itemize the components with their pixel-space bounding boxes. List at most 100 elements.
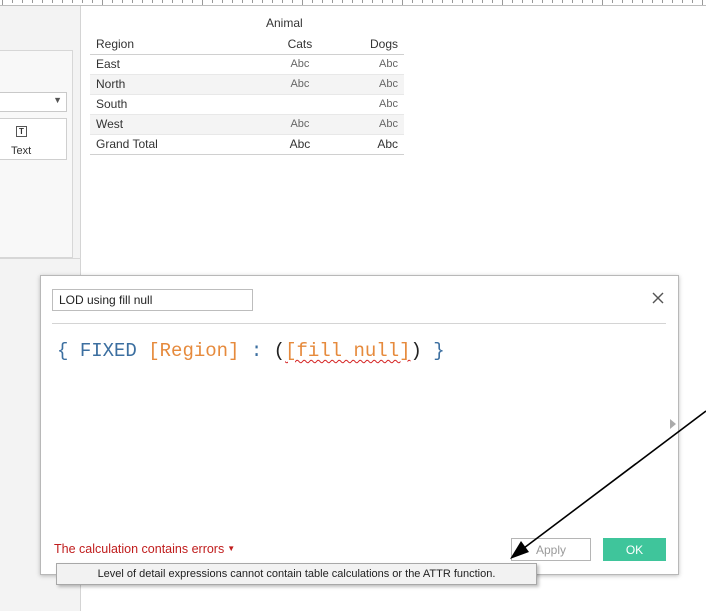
- ruler-tick: [562, 0, 563, 3]
- ruler-tick: [622, 0, 623, 3]
- ruler-tick: [452, 0, 453, 3]
- region-cell[interactable]: South: [90, 94, 204, 115]
- ruler-tick: [282, 0, 283, 3]
- ruler-tick: [552, 0, 553, 3]
- region-cell[interactable]: East: [90, 54, 204, 75]
- ruler-tick: [322, 0, 323, 3]
- ok-button[interactable]: OK: [603, 538, 666, 561]
- dogs-cell[interactable]: Abc: [342, 94, 404, 115]
- ruler-tick: [212, 0, 213, 3]
- table-row: East Abc Abc: [90, 54, 404, 75]
- ruler-tick: [392, 0, 393, 3]
- ruler-tick: [372, 0, 373, 3]
- ruler-tick: [492, 0, 493, 3]
- ruler-tick: [402, 0, 403, 5]
- ruler-tick: [182, 0, 183, 3]
- ruler-tick: [352, 0, 353, 3]
- ruler-tick: [232, 0, 233, 3]
- cats-cell[interactable]: Abc: [203, 74, 343, 95]
- ruler-tick: [522, 0, 523, 3]
- text-mark-button[interactable]: T Text: [0, 118, 67, 160]
- ruler-tick: [332, 0, 333, 3]
- ruler-tick: [422, 0, 423, 3]
- apply-button[interactable]: Apply: [511, 538, 591, 561]
- calculation-errors-dropdown[interactable]: The calculation contains errors ▼: [54, 542, 235, 556]
- ruler-tick: [92, 0, 93, 3]
- ruler-tick: [692, 0, 693, 3]
- ruler-tick: [32, 0, 33, 3]
- table-row: West Abc Abc: [90, 114, 404, 135]
- cats-total-cell[interactable]: Abc: [203, 133, 343, 155]
- table-row: South Abc: [90, 94, 404, 115]
- ruler-tick: [632, 0, 633, 3]
- ruler-tick: [462, 0, 463, 3]
- dogs-cell[interactable]: Abc: [342, 74, 404, 95]
- cats-cell[interactable]: Abc: [203, 54, 343, 75]
- row-header-region[interactable]: Region: [90, 34, 204, 55]
- cats-cell[interactable]: Abc: [203, 114, 343, 135]
- ruler-tick: [512, 0, 513, 3]
- ruler-tick: [342, 0, 343, 3]
- text-mark-label: Text: [11, 145, 32, 157]
- formula-editor[interactable]: { FIXED [Region] : ([fill null]) }: [57, 340, 445, 362]
- ruler-tick: [192, 0, 193, 3]
- formula-field-region: [Region]: [148, 340, 240, 362]
- cats-cell[interactable]: [203, 94, 343, 115]
- table-row: North Abc Abc: [90, 74, 404, 95]
- ruler-tick: [602, 0, 603, 5]
- ruler-tick: [362, 0, 363, 3]
- crosstab-table: Region Cats Dogs East Abc Abc North Abc …: [90, 34, 404, 155]
- close-icon[interactable]: [650, 290, 666, 306]
- column-header-animal[interactable]: Animal: [266, 16, 303, 30]
- ruler-tick: [152, 0, 153, 3]
- panel-divider: [0, 258, 81, 259]
- ruler-tick: [542, 0, 543, 3]
- ruler-tick: [272, 0, 273, 3]
- expand-panel-arrow-icon[interactable]: [670, 419, 676, 429]
- mark-type-dropdown[interactable]: ▼: [0, 92, 67, 112]
- ruler-tick: [202, 0, 203, 5]
- error-message: The calculation contains errors: [54, 542, 225, 556]
- ruler-tick: [672, 0, 673, 3]
- ruler-tick: [42, 0, 43, 3]
- error-tooltip: Level of detail expressions cannot conta…: [56, 563, 537, 585]
- region-cell[interactable]: North: [90, 74, 204, 95]
- column-header-cats[interactable]: Cats: [203, 34, 343, 55]
- text-mark-icon: T: [16, 126, 27, 137]
- dogs-cell[interactable]: Abc: [342, 54, 404, 75]
- ruler-tick: [2, 0, 3, 5]
- ruler-tick: [292, 0, 293, 3]
- ruler-tick: [102, 0, 103, 5]
- table-header-row: Region Cats Dogs: [90, 34, 404, 55]
- ruler-tick: [652, 0, 653, 3]
- ruler-tick: [502, 0, 503, 5]
- ruler-tick: [572, 0, 573, 3]
- ruler-tick: [592, 0, 593, 3]
- ruler-tick: [52, 0, 53, 3]
- column-header-dogs[interactable]: Dogs: [342, 34, 404, 55]
- ruler-tick: [72, 0, 73, 3]
- ruler-tick: [442, 0, 443, 3]
- ruler-tick: [642, 0, 643, 3]
- formula-open-paren: (: [273, 340, 286, 362]
- ruler-tick: [612, 0, 613, 3]
- chevron-down-icon: ▼: [53, 95, 62, 105]
- ruler-tick: [112, 0, 113, 3]
- ruler-tick: [62, 0, 63, 3]
- region-cell[interactable]: West: [90, 114, 204, 135]
- ruler-tick: [172, 0, 173, 3]
- calculation-name-input[interactable]: [52, 289, 253, 311]
- ruler-tick: [312, 0, 313, 3]
- caret-down-icon: ▼: [227, 544, 236, 553]
- calculation-editor-dialog: { FIXED [Region] : ([fill null]) } The c…: [40, 275, 679, 575]
- dogs-total-cell[interactable]: Abc: [342, 133, 404, 155]
- formula-close-brace: }: [421, 340, 445, 362]
- ruler-tick: [132, 0, 133, 3]
- ruler-tick: [482, 0, 483, 3]
- ruler-tick: [122, 0, 123, 3]
- ruler-tick: [162, 0, 163, 3]
- ruler-tick: [222, 0, 223, 3]
- dogs-cell[interactable]: Abc: [342, 114, 404, 135]
- grand-total-label[interactable]: Grand Total: [90, 133, 204, 155]
- formula-keyword-fixed: FIXED: [79, 340, 137, 362]
